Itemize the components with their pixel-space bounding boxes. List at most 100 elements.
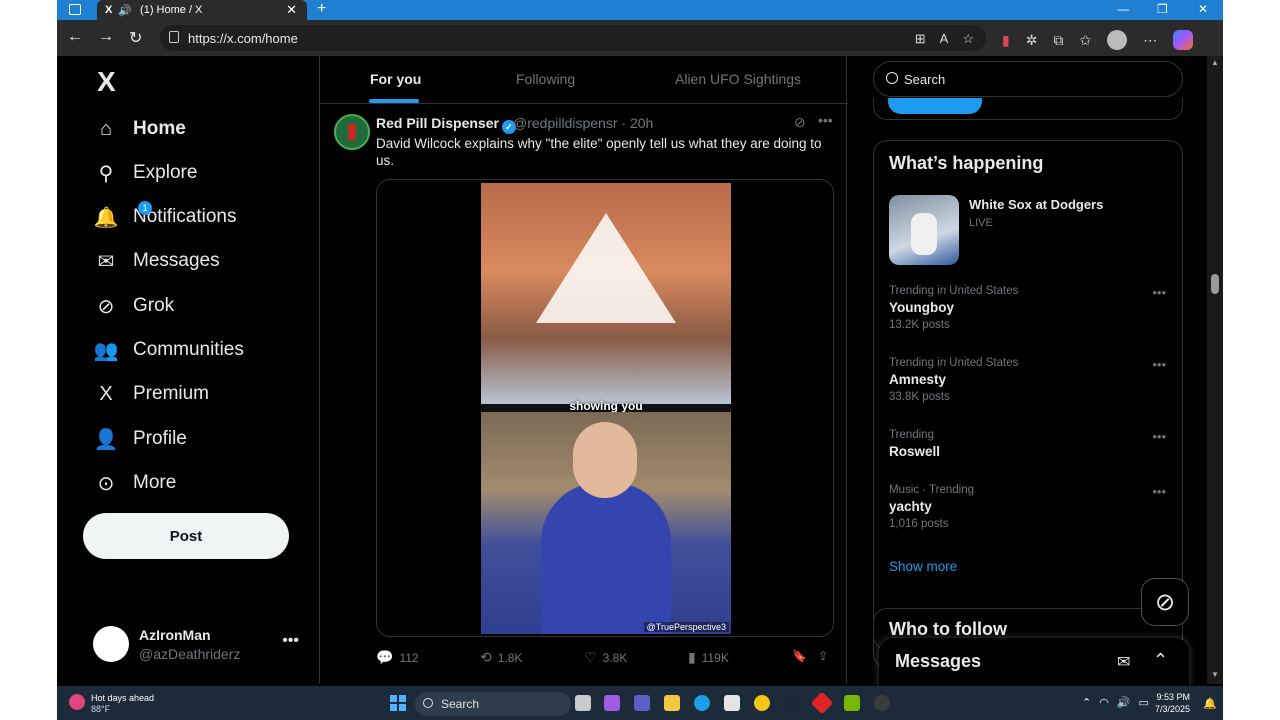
split-screen-icon[interactable]: ⧉ [1053,32,1063,49]
url-field[interactable]: https://x.com/home ⊞ A ☆ [160,25,986,51]
taskbar-clock[interactable]: 9:53 PM 7/3/2025 [1155,691,1190,715]
scroll-down-icon[interactable]: ▼ [1211,670,1219,679]
scrollbar-thumb[interactable] [1211,274,1219,294]
steam-icon[interactable] [784,695,800,711]
nav-item-communities[interactable]: 👥 Communities [93,330,244,370]
trend-item[interactable]: Music · Trending yachty 1,016 posts ••• [889,484,1174,530]
audio-playing-icon[interactable]: 🔊 [118,4,132,17]
trend-topic: Youngboy [889,300,954,315]
tweet-video[interactable]: showing you @TruePerspective3 [376,179,834,637]
repost-button[interactable]: ⟲ 1.8K [480,649,522,666]
more-icon[interactable]: ••• [1152,357,1166,372]
account-switcher[interactable]: AzIronMan @azDeathriderz ••• [93,624,305,664]
x-logo-icon[interactable]: X [97,66,116,98]
expand-up-icon[interactable]: ⌃ [1153,650,1168,671]
favorite-star-icon[interactable]: ☆ [962,31,974,47]
nav-item-notifications[interactable]: 🔔 1 Notifications [93,197,237,237]
nav-item-more[interactable]: ⊙ More [93,463,177,503]
taskbar-search[interactable]: Search [415,692,571,716]
volume-icon[interactable]: 🔊 [1117,696,1131,709]
apps-icon[interactable]: ⊞ [915,31,926,47]
obs-icon[interactable] [874,695,890,711]
like-button[interactable]: ♡ 3.8K [584,649,627,666]
scroll-up-icon[interactable]: ▲ [1211,58,1219,67]
tweet[interactable]: Red Pill Dispenser ✓ @redpilldispensr · 2… [320,104,848,684]
lock-icon[interactable] [169,31,179,43]
minimize-icon[interactable]: — [1117,0,1129,18]
tab-actions-icon[interactable] [69,4,81,15]
store-icon[interactable] [724,695,740,711]
refresh-icon[interactable]: ↻ [129,28,142,48]
nav-item-grok[interactable]: ⊘ Grok [93,286,175,326]
forward-icon[interactable]: → [98,28,114,46]
file-explorer-icon[interactable] [664,695,680,711]
nav-item-explore[interactable]: ⚲ Explore [93,153,198,193]
new-tab-button[interactable]: + [317,0,326,18]
maximize-icon[interactable]: ❐ [1157,0,1168,18]
new-message-icon[interactable]: ✉ [1117,652,1130,672]
battery-icon[interactable]: ▭ [1139,696,1149,709]
more-icon[interactable]: ••• [282,632,299,650]
tweet-time[interactable]: 20h [630,115,653,131]
grok-floating-button[interactable]: ⊘ [1141,578,1189,626]
tab-following[interactable]: Following [516,71,575,87]
copilot-icon[interactable] [1173,30,1194,50]
browser-tab[interactable]: X 🔊 (1) Home / X ✕ [97,0,307,20]
share-icon[interactable]: ⇪ [818,649,828,663]
nav-item-premium[interactable]: X Premium [93,374,209,414]
show-more-link[interactable]: Show more [889,559,957,574]
nav-item-home[interactable]: ⌂ Home [93,109,186,149]
more-icon[interactable]: ••• [818,112,833,128]
nvidia-icon[interactable] [844,695,860,711]
page-scrollbar[interactable]: ▲ ▼ [1207,56,1223,684]
sport-thumbnail[interactable] [889,195,959,265]
feed-tabs: For you Following Alien UFO Sightings [320,56,848,104]
read-aloud-icon[interactable]: A [940,31,949,47]
post-button[interactable]: Post [83,513,289,559]
teams-icon[interactable] [634,695,650,711]
author-handle[interactable]: @redpilldispensr [513,115,617,131]
copilot-app-icon[interactable] [604,695,620,711]
tab-alien-ufo-sightings[interactable]: Alien UFO Sightings [675,71,801,87]
windows-start-icon[interactable] [390,695,406,711]
trend-post-count: 13.2K posts [889,319,950,331]
settings-more-icon[interactable]: ⋯ [1143,32,1157,49]
tab-title: (1) Home / X [140,4,203,16]
extension-icon[interactable]: ▮ [1002,32,1010,49]
grok-icon[interactable]: ⊘ [794,114,806,131]
trend-item[interactable]: Trending in United States Youngboy 13.2K… [889,285,1174,331]
more-icon[interactable]: ••• [1152,285,1166,300]
profile-avatar-icon[interactable] [1107,30,1128,50]
task-view-icon[interactable] [575,695,591,711]
app-icon[interactable] [754,695,770,711]
favorites-icon[interactable]: ✩ [1079,32,1091,49]
search-input[interactable]: Search [873,61,1183,97]
back-icon[interactable]: ← [67,28,83,46]
views-button[interactable]: ▮ 119K [688,649,729,666]
extensions-icon[interactable]: ✲ [1026,32,1038,49]
edge-icon[interactable] [694,695,710,711]
people-icon: 👥 [93,339,119,362]
more-icon[interactable]: ••• [1152,484,1166,499]
tweet-author[interactable]: Red Pill Dispenser ✓ [376,115,516,134]
reply-button[interactable]: 💬 112 [376,649,419,666]
chevron-up-icon[interactable]: ⌃ [1082,696,1091,709]
tab-for-you[interactable]: For you [370,71,421,87]
browser-window: X 🔊 (1) Home / X ✕ + — ❐ ✕ ← → ↻ https:/… [57,0,1223,720]
trend-item[interactable]: Trending Roswell ••• [889,429,1174,459]
tab-close-icon[interactable]: ✕ [286,2,297,18]
subscribe-button[interactable] [888,98,982,114]
messages-drawer[interactable]: Messages ✉ ⌃ [879,638,1189,688]
nav-item-profile[interactable]: 👤 Profile [93,419,187,459]
sport-event-title[interactable]: White Sox at Dodgers [969,197,1103,212]
avatar[interactable] [334,114,370,150]
close-window-icon[interactable]: ✕ [1198,0,1208,18]
more-icon[interactable]: ••• [1152,429,1166,444]
wifi-icon[interactable]: ◠ [1099,696,1109,709]
notification-center-icon[interactable]: 🔔 [1203,697,1217,710]
trend-item[interactable]: Trending in United States Amnesty 33.8K … [889,357,1174,403]
bookmark-icon[interactable]: 🔖 [792,649,807,663]
app-icon[interactable] [810,691,834,715]
address-bar-row: ← → ↻ https://x.com/home ⊞ A ☆ ▮ ✲ ⧉ ✩ ⋯ [57,20,1223,56]
nav-item-messages[interactable]: ✉ Messages [93,241,220,281]
